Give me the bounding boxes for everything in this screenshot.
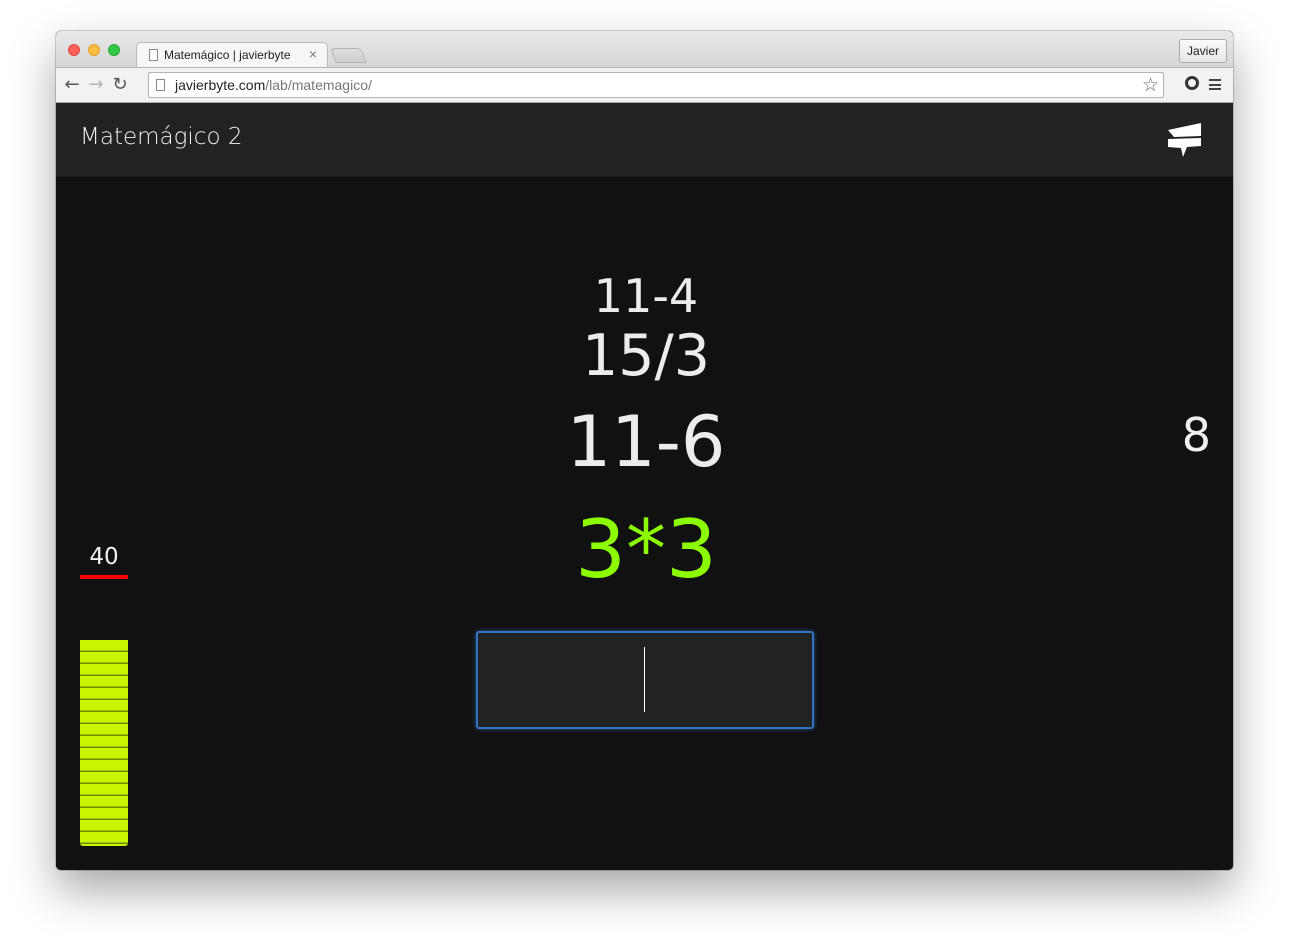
score-marker bbox=[80, 575, 128, 579]
maximize-window-button[interactable] bbox=[108, 44, 120, 56]
page-info-icon[interactable] bbox=[156, 79, 165, 91]
close-window-button[interactable] bbox=[68, 44, 80, 56]
url-text[interactable]: javierbyte.com/lab/matemagico/ bbox=[175, 77, 372, 93]
url-host: javierbyte.com bbox=[175, 77, 266, 93]
reload-icon[interactable]: ↻ bbox=[109, 74, 131, 96]
tab-matemagico[interactable]: Matemágico | javierbyte × bbox=[136, 42, 328, 67]
back-arrow-icon[interactable]: ← bbox=[61, 74, 83, 96]
text-caret bbox=[644, 647, 645, 712]
page-content: Matemágico 2 11-4 15/3 11-6 3*3 8 40 bbox=[56, 103, 1233, 870]
current-equation: 3*3 bbox=[575, 503, 717, 596]
browser-window: Matemágico | javierbyte × Javier ← → ↻ j… bbox=[56, 31, 1233, 870]
bookmark-star-icon[interactable]: ☆ bbox=[1142, 74, 1159, 96]
previous-equation: 11-6 bbox=[566, 401, 726, 483]
answer-input[interactable] bbox=[476, 631, 814, 729]
time-meter-fill bbox=[80, 640, 128, 846]
app-header: Matemágico 2 bbox=[56, 103, 1233, 177]
extension-icon[interactable] bbox=[1185, 76, 1199, 90]
browser-toolbar: ← → ↻ javierbyte.com/lab/matemagico/ ☆ bbox=[56, 67, 1233, 103]
score-value: 40 bbox=[89, 544, 119, 570]
new-tab-button[interactable] bbox=[330, 48, 367, 63]
previous-equation: 11-4 bbox=[593, 269, 699, 323]
last-answer: 8 bbox=[1181, 408, 1211, 462]
document-icon bbox=[149, 49, 158, 61]
app-title: Matemágico 2 bbox=[80, 124, 243, 150]
menu-icon[interactable] bbox=[1209, 79, 1221, 90]
address-bar[interactable]: javierbyte.com/lab/matemagico/ ☆ bbox=[148, 72, 1164, 98]
previous-equation: 15/3 bbox=[582, 323, 710, 389]
tab-strip: Matemágico | javierbyte × Javier bbox=[56, 31, 1233, 67]
profile-button[interactable]: Javier bbox=[1178, 39, 1227, 63]
url-path: /lab/matemagico/ bbox=[265, 77, 372, 93]
flag-logo-icon[interactable] bbox=[1165, 121, 1205, 161]
forward-arrow-icon[interactable]: → bbox=[85, 74, 107, 96]
minimize-window-button[interactable] bbox=[88, 44, 100, 56]
time-meter bbox=[80, 640, 128, 846]
tab-title: Matemágico | javierbyte bbox=[164, 48, 291, 62]
close-tab-icon[interactable]: × bbox=[309, 46, 317, 62]
